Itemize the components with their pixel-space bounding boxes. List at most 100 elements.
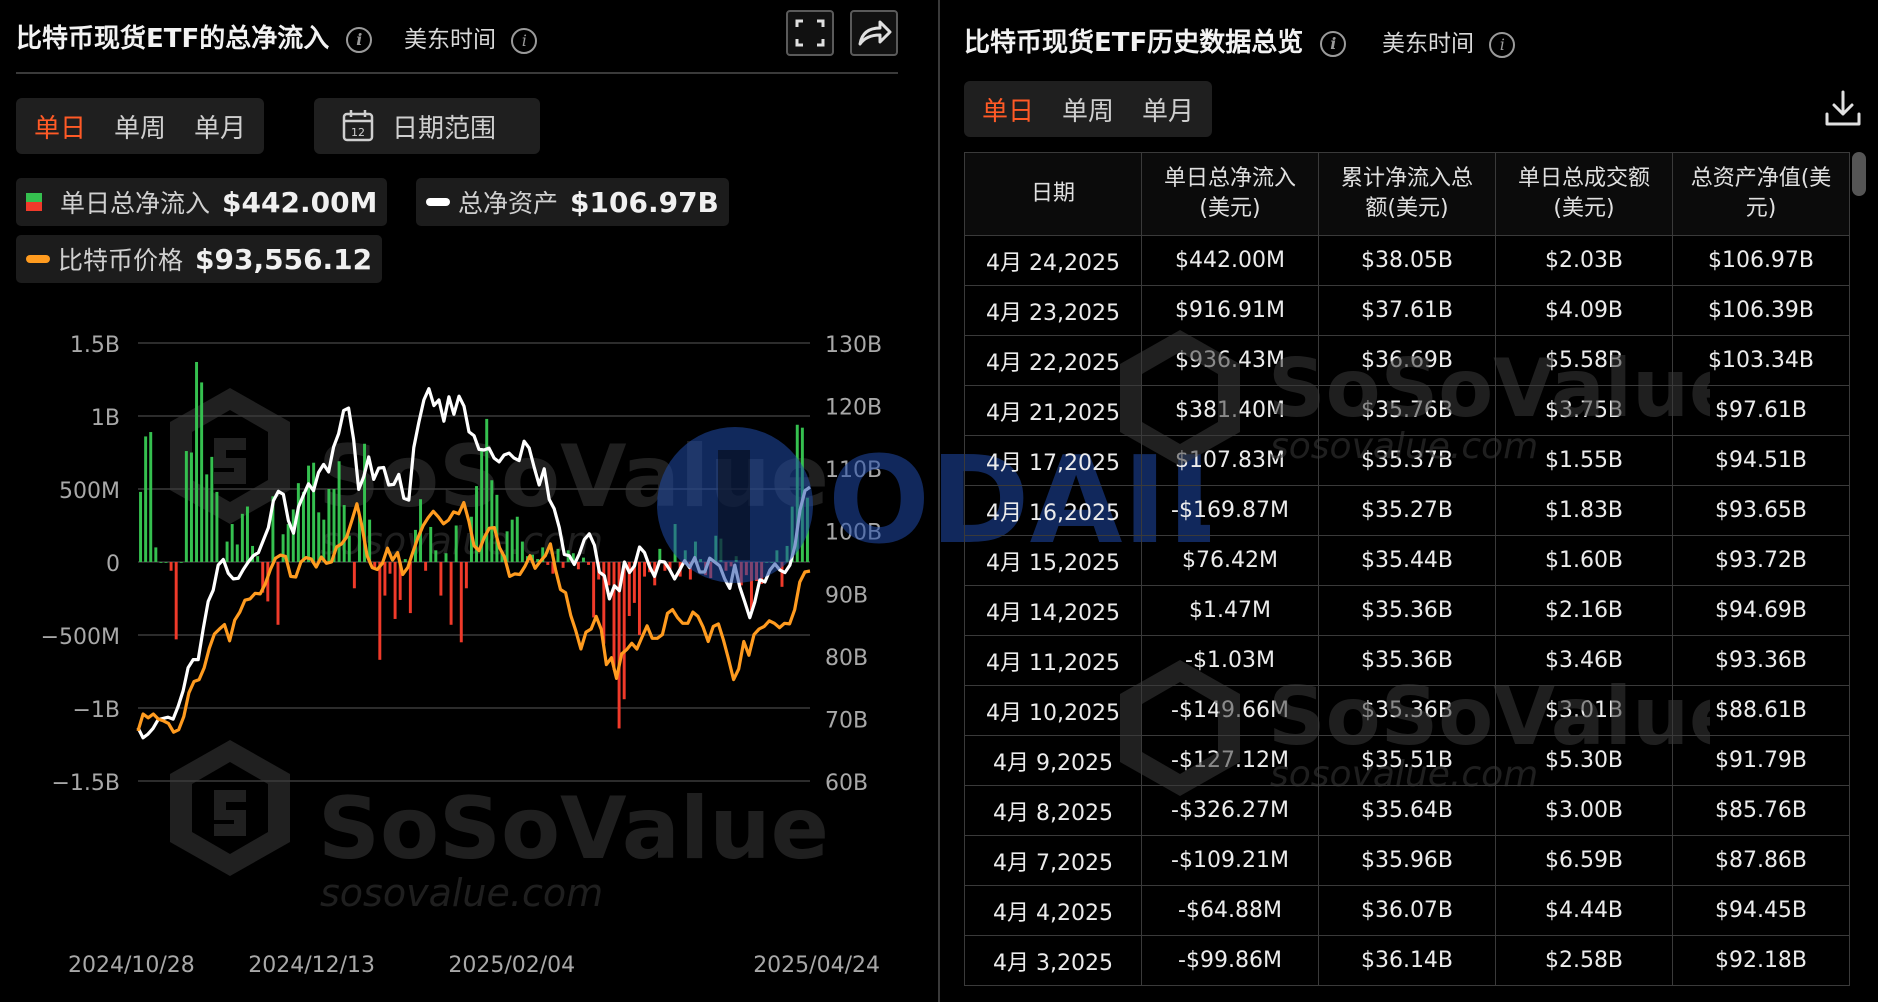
net-inflow-bar[interactable]	[439, 562, 443, 596]
net-inflow-bar[interactable]	[408, 562, 412, 614]
table-row[interactable]: 4月 11,2025 -$1.03M $35.36B $3.46B $93.36B	[964, 635, 1850, 686]
net-inflow-bar[interactable]	[775, 550, 779, 562]
net-inflow-bar[interactable]	[587, 562, 591, 565]
col-header-net-inflow[interactable]: 单日总净流入(美元)	[1141, 152, 1319, 236]
net-inflow-bar[interactable]	[383, 562, 387, 596]
net-inflow-bar[interactable]	[429, 526, 433, 562]
net-inflow-bar[interactable]	[515, 516, 519, 562]
net-inflow-bar[interactable]	[307, 465, 311, 562]
net-inflow-bar[interactable]	[179, 562, 183, 563]
net-inflow-bar[interactable]	[378, 562, 382, 660]
net-inflow-bar[interactable]	[729, 562, 733, 567]
net-inflow-bar[interactable]	[164, 562, 168, 563]
net-inflow-bar[interactable]	[449, 562, 453, 625]
net-inflow-bar[interactable]	[240, 513, 244, 562]
net-inflow-bar[interactable]	[714, 535, 718, 562]
info-icon[interactable]: i	[1489, 31, 1516, 58]
net-inflow-bar[interactable]	[770, 562, 774, 563]
net-inflow-bar[interactable]	[210, 456, 214, 562]
net-inflow-bar[interactable]	[744, 562, 748, 576]
table-row[interactable]: 4月 23,2025 $916.91M $37.61B $4.09B $106.39B	[964, 285, 1850, 336]
table-row[interactable]: 4月 14,2025 $1.47M $35.36B $2.16B $94.69B	[964, 585, 1850, 636]
table-row[interactable]: 4月 22,2025 $936.43M $36.69B $5.58B $103.34B	[964, 335, 1850, 386]
net-inflow-bar[interactable]	[444, 553, 448, 562]
net-inflow-bar[interactable]	[291, 509, 295, 562]
share-button[interactable]	[850, 10, 898, 56]
fullscreen-button[interactable]	[786, 10, 834, 56]
net-inflow-bar[interactable]	[276, 562, 280, 625]
net-inflow-bar[interactable]	[510, 519, 514, 562]
net-inflow-bar[interactable]	[388, 562, 392, 574]
net-inflow-bar[interactable]	[235, 544, 239, 562]
tab-weekly[interactable]: 单周	[100, 108, 180, 145]
net-inflow-bar[interactable]	[195, 361, 199, 562]
table-row[interactable]: 4月 3,2025 -$99.86M $36.14B $2.58B $92.18B	[964, 935, 1850, 986]
net-inflow-bar[interactable]	[347, 535, 351, 562]
net-inflow-bar[interactable]	[144, 436, 148, 562]
net-inflow-bar[interactable]	[734, 556, 738, 562]
net-inflow-bar[interactable]	[322, 519, 326, 562]
net-inflow-bar[interactable]	[424, 562, 428, 571]
net-inflow-bar[interactable]	[301, 491, 305, 562]
net-inflow-bar[interactable]	[546, 562, 550, 565]
net-inflow-bar[interactable]	[174, 562, 178, 640]
net-inflow-bar[interactable]	[755, 562, 759, 581]
col-header-volume[interactable]: 单日总成交额(美元)	[1495, 152, 1673, 236]
net-inflow-bar[interactable]	[154, 547, 158, 562]
table-tab-weekly[interactable]: 单周	[1048, 91, 1128, 128]
net-inflow-bar[interactable]	[490, 480, 494, 562]
table-tab-daily[interactable]: 单日	[968, 91, 1048, 128]
net-inflow-bar[interactable]	[561, 562, 565, 568]
flow-chart[interactable]: SoSoValue sosovalue.com SoSoValue sosova…	[0, 300, 930, 1002]
net-inflow-bar[interactable]	[159, 562, 163, 563]
download-button[interactable]	[1822, 88, 1864, 134]
table-row[interactable]: 4月 16,2025 -$169.87M $35.27B $1.83B $93.65B	[964, 485, 1850, 536]
net-inflow-bar[interactable]	[169, 562, 173, 571]
net-inflow-bar[interactable]	[149, 432, 153, 562]
net-inflow-bar[interactable]	[403, 559, 407, 562]
net-inflow-bar[interactable]	[556, 548, 560, 562]
net-inflow-bar[interactable]	[622, 562, 626, 700]
net-inflow-bar[interactable]	[189, 452, 193, 563]
net-inflow-bar[interactable]	[780, 562, 784, 587]
net-inflow-bar[interactable]	[215, 491, 219, 562]
net-inflow-bar[interactable]	[485, 418, 489, 562]
net-inflow-bar[interactable]	[673, 524, 677, 562]
table-row[interactable]: 4月 15,2025 $76.42M $35.44B $1.60B $93.72B	[964, 535, 1850, 586]
net-inflow-bar[interactable]	[225, 541, 229, 562]
info-icon[interactable]: i	[346, 26, 373, 53]
tab-monthly[interactable]: 单月	[180, 108, 260, 145]
net-inflow-bar[interactable]	[281, 534, 285, 562]
net-inflow-bar[interactable]	[576, 562, 580, 570]
net-inflow-bar[interactable]	[612, 562, 616, 671]
net-inflow-bar[interactable]	[434, 550, 438, 562]
net-inflow-bar[interactable]	[805, 497, 809, 562]
net-inflow-bar[interactable]	[327, 489, 331, 562]
table-row[interactable]: 4月 4,2025 -$64.88M $36.07B $4.44B $94.45B	[964, 885, 1850, 936]
net-inflow-bar[interactable]	[643, 562, 647, 577]
net-inflow-bar[interactable]	[724, 562, 728, 571]
col-header-cumulative[interactable]: 累计净流入总额(美元)	[1318, 152, 1496, 236]
net-inflow-bar[interactable]	[607, 562, 611, 586]
date-range-button[interactable]: 12 日期范围	[314, 98, 540, 154]
net-inflow-bar[interactable]	[393, 562, 397, 619]
tab-daily[interactable]: 单日	[20, 108, 100, 145]
net-inflow-bar[interactable]	[637, 562, 641, 635]
net-inflow-bar[interactable]	[256, 556, 260, 562]
net-inflow-bar[interactable]	[200, 382, 204, 562]
net-inflow-bar[interactable]	[205, 474, 209, 562]
table-row[interactable]: 4月 24,2025 $442.00M $38.05B $2.03B $106.97B	[964, 235, 1850, 286]
table-row[interactable]: 4月 21,2025 $381.40M $35.76B $3.75B $97.61B	[964, 385, 1850, 436]
net-inflow-bar[interactable]	[317, 512, 321, 562]
table-row[interactable]: 4月 10,2025 -$149.66M $35.36B $3.01B $88.61B	[964, 685, 1850, 736]
table-tab-monthly[interactable]: 单月	[1128, 91, 1208, 128]
net-inflow-bar[interactable]	[592, 562, 596, 618]
col-header-date[interactable]: 日期	[964, 152, 1142, 236]
net-inflow-bar[interactable]	[245, 506, 249, 562]
net-inflow-bar[interactable]	[765, 562, 769, 563]
info-icon[interactable]: i	[1320, 30, 1347, 57]
net-inflow-bar[interactable]	[785, 545, 789, 562]
col-header-nav[interactable]: 总资产净值(美元)	[1672, 152, 1850, 236]
net-inflow-bar[interactable]	[581, 557, 585, 562]
net-inflow-bar[interactable]	[749, 562, 753, 611]
